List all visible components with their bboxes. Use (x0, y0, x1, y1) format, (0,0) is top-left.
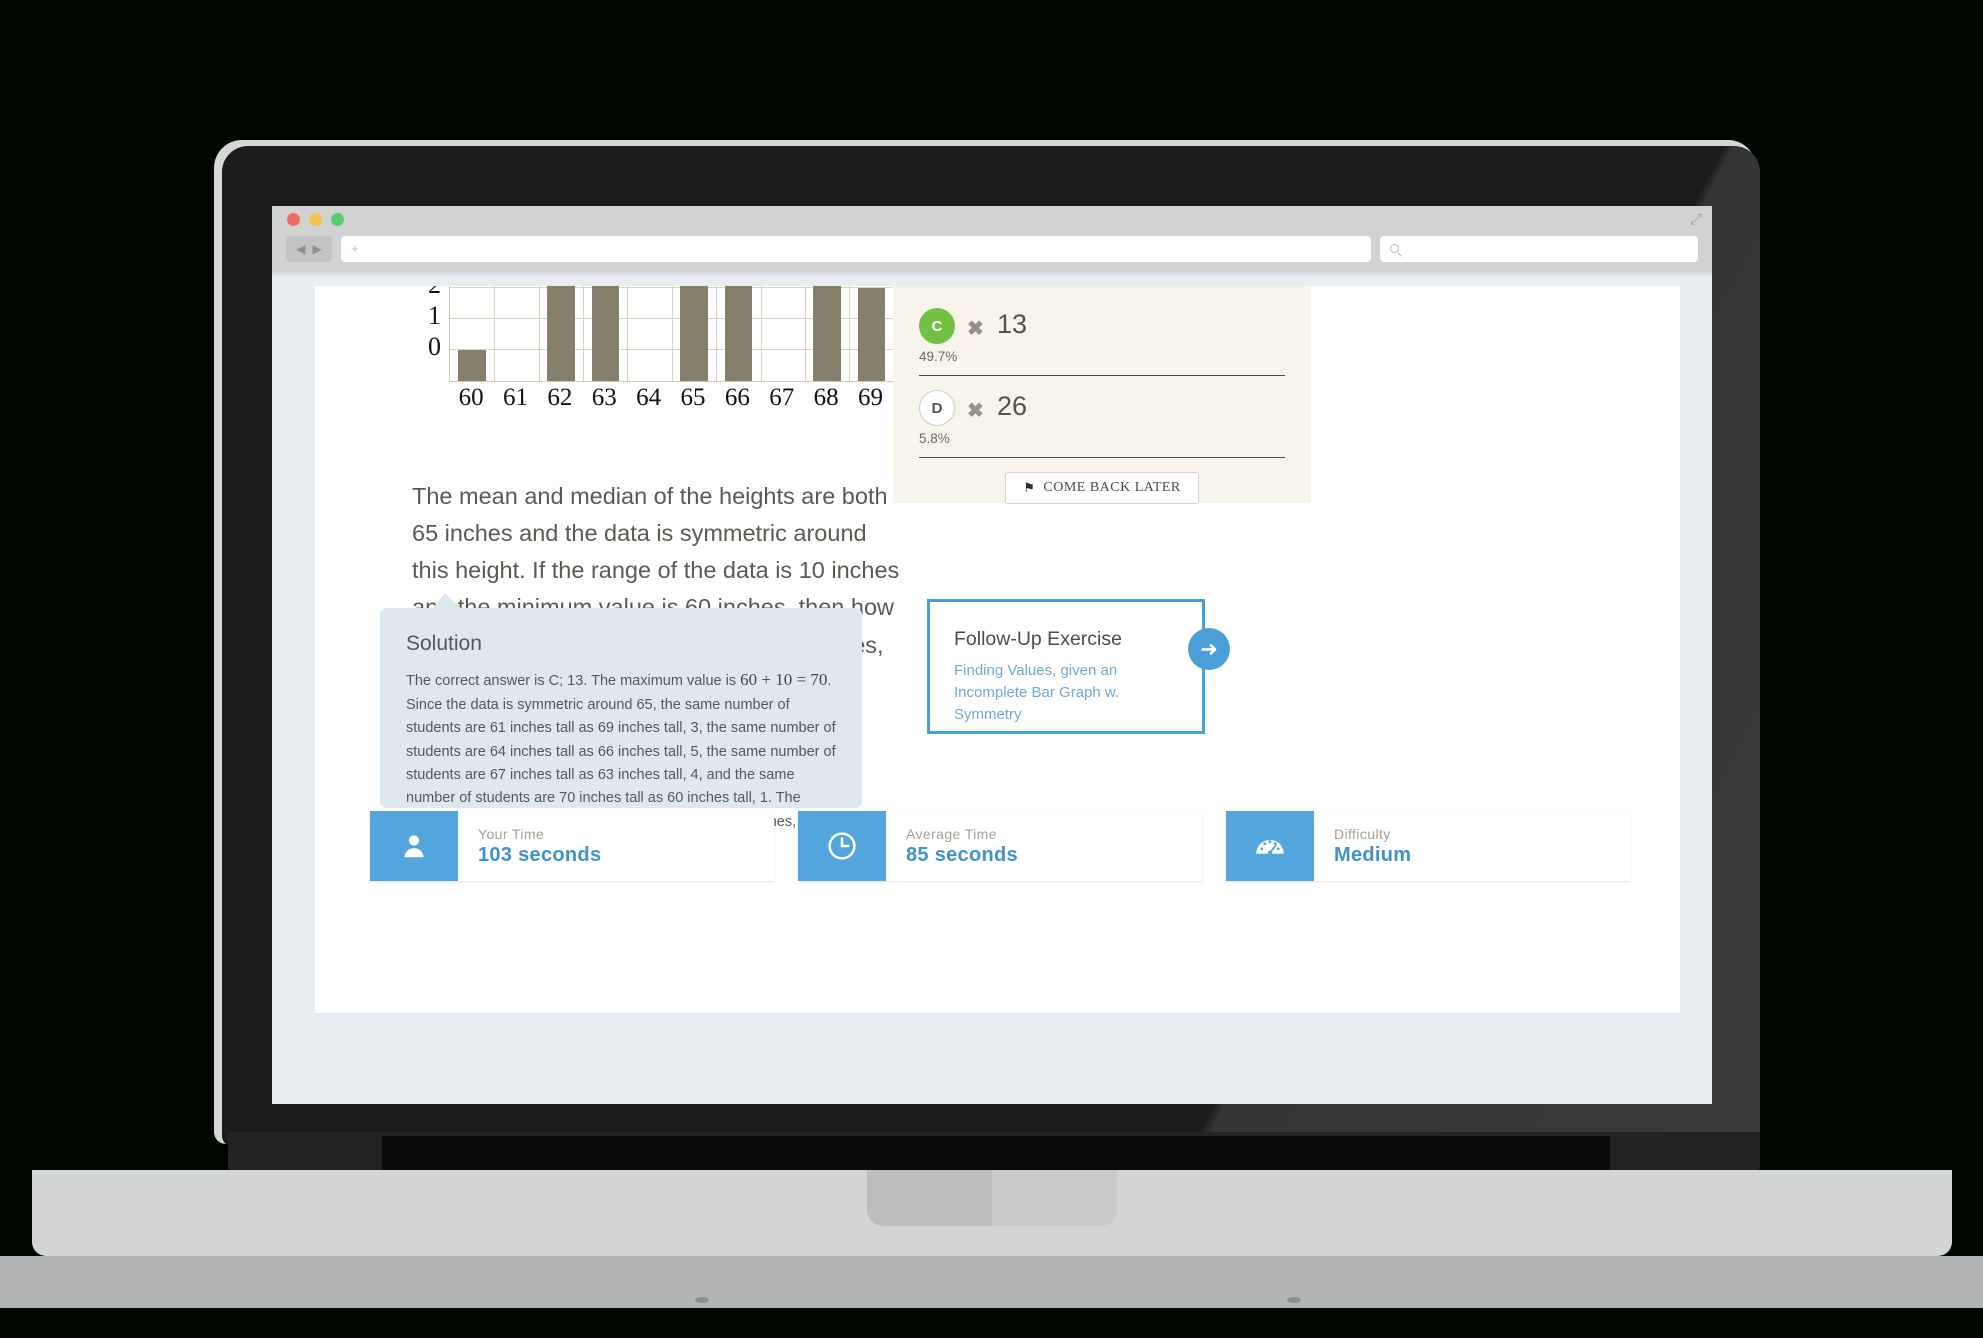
chart-x-tick: 66 (724, 384, 750, 411)
chart-gridline-v (538, 286, 540, 381)
chart-x-axis: 6061626364656667686970 (449, 384, 937, 414)
chart-x-tick: 67 (769, 384, 795, 411)
forward-icon[interactable]: ▶ (313, 243, 322, 255)
chart-x-tick: 64 (636, 384, 662, 411)
chart-x-tick: 60 (458, 384, 484, 411)
chart-x-tick: 63 (591, 384, 617, 411)
stat-text: Your Time 103 seconds (458, 811, 774, 881)
window-controls[interactable] (287, 213, 344, 226)
chart-x-tick: 69 (857, 384, 883, 411)
follow-up-exercise-card[interactable]: Follow-Up Exercise Finding Values, given… (927, 599, 1230, 734)
page-background: 2 1 0 6061626364656667686970 Height (inc… (272, 277, 1712, 1104)
close-icon[interactable] (287, 213, 300, 226)
chart-gridline-v (627, 286, 629, 381)
chart-bar (813, 286, 841, 381)
stat-card-difficulty: Difficulty Medium (1226, 811, 1630, 881)
chart-bar (724, 286, 753, 381)
flag-icon: ⚑ (1023, 480, 1036, 495)
exercise-card: 2 1 0 6061626364656667686970 Height (inc… (315, 286, 1680, 1013)
solution-math-1: 60 + 10 = 70 (740, 670, 828, 689)
minimize-icon[interactable] (309, 213, 322, 226)
y-tick-0: 0 (428, 332, 441, 361)
chart-bar (857, 288, 886, 381)
address-bar[interactable]: + (341, 235, 1371, 262)
chart-gridline-v (583, 286, 585, 381)
come-back-later-button[interactable]: ⚑ COME BACK LATER (1005, 472, 1199, 504)
bar-chart: 2 1 0 6061626364656667686970 Height (inc… (411, 286, 971, 418)
nav-buttons[interactable]: ◀ ▶ (286, 235, 332, 262)
gauge-icon (1226, 811, 1314, 881)
back-icon[interactable]: ◀ (296, 243, 305, 255)
chart-gridline-v (716, 286, 718, 381)
chart-gridline-v (494, 286, 496, 381)
follow-up-subtitle[interactable]: Finding Values, given an Incomplete Bar … (954, 660, 1178, 725)
laptop-foot-dot-left (695, 1297, 709, 1303)
answer-percent: 49.7% (919, 349, 958, 364)
chart-bar (680, 286, 708, 381)
search-input[interactable] (1380, 235, 1698, 262)
stat-label: Your Time (478, 826, 545, 842)
stats-row: Your Time 103 seconds Average Time 85 se… (370, 811, 1630, 881)
answer-value: 26 (997, 391, 1028, 421)
chart-gridline-v (760, 286, 762, 381)
browser-toolbar: ◀ ▶ + (272, 233, 1712, 271)
answer-percent: 5.8% (919, 431, 950, 446)
solution-part-1: The correct answer is C; 13. The maximum… (406, 673, 741, 689)
browser-chrome: ⤢ ◀ ▶ + (272, 206, 1712, 277)
stat-card-average-time: Average Time 85 seconds (798, 811, 1202, 881)
stat-label: Difficulty (1334, 826, 1391, 842)
stat-value: 103 seconds (478, 844, 602, 866)
laptop-mockup: ⤢ ◀ ▶ + 1 0 60 61 62 63 64 65 66 67 68 6… (0, 0, 1983, 1338)
answer-option-d[interactable]: D ✖ 26 5.8% (919, 386, 1285, 458)
chart-bar (458, 350, 486, 381)
laptop-screen: ⤢ ◀ ▶ + 1 0 60 61 62 63 64 65 66 67 68 6… (272, 206, 1712, 1104)
search-icon (1390, 244, 1399, 253)
clock-icon (798, 811, 886, 881)
follow-up-title: Follow-Up Exercise (954, 628, 1122, 650)
chart-plot-area (449, 286, 937, 382)
come-back-later-wrap: ⚑ COME BACK LATER (919, 468, 1285, 504)
come-back-later-label: COME BACK LATER (1043, 480, 1181, 495)
stat-text: Average Time 85 seconds (886, 811, 1202, 881)
stat-value: Medium (1334, 844, 1412, 866)
chart-x-tick: 62 (547, 384, 573, 411)
stat-value: 85 seconds (906, 844, 1018, 866)
browser-titlebar: ⤢ (272, 206, 1712, 233)
answer-badge[interactable]: C (919, 308, 955, 344)
chart-x-axis-title: Height (inches) (449, 414, 937, 418)
multiply-icon: ✖ (967, 400, 984, 422)
arrow-right-icon[interactable]: ➜ (1188, 628, 1230, 670)
y-tick-1: 1 (428, 301, 441, 330)
solution-callout-tail (432, 593, 462, 609)
expand-icon[interactable]: ⤢ (1690, 212, 1702, 227)
answer-option-c[interactable]: C ✖ 13 49.7% (919, 304, 1285, 376)
chart-y-axis: 2 1 0 (411, 286, 441, 382)
chart-gridline-v (804, 286, 806, 381)
multiply-icon: ✖ (967, 318, 984, 340)
chart-x-tick: 68 (813, 384, 839, 411)
laptop-foot-dot-right (1287, 1297, 1301, 1303)
chart-gridline-v (849, 286, 851, 381)
y-tick-2: 2 (428, 286, 441, 298)
answer-badge[interactable]: D (919, 390, 955, 426)
chart-x-tick: 61 (503, 384, 529, 411)
chart-bar (547, 286, 575, 381)
stat-text: Difficulty Medium (1314, 811, 1630, 881)
solution-title: Solution (406, 632, 482, 655)
laptop-foot (0, 1256, 1983, 1308)
stat-label: Average Time (906, 826, 997, 842)
maximize-icon[interactable] (331, 213, 344, 226)
solution-panel: Solution The correct answer is C; 13. Th… (380, 593, 862, 857)
answer-choices-panel: C ✖ 13 49.7% D ✖ 26 5.8% ⚑ COME BACK LAT… (893, 286, 1311, 504)
laptop-base-notch-right (991, 1170, 1117, 1226)
answer-value: 13 (997, 309, 1028, 339)
user-icon (370, 811, 458, 881)
stat-card-your-time: Your Time 103 seconds (370, 811, 774, 881)
chart-bar (591, 286, 620, 381)
laptop-hinge-shadow (382, 1136, 1610, 1172)
address-bar-text: + (351, 241, 359, 256)
chart-gridline-v (671, 286, 673, 381)
chart-x-tick: 65 (680, 384, 706, 411)
